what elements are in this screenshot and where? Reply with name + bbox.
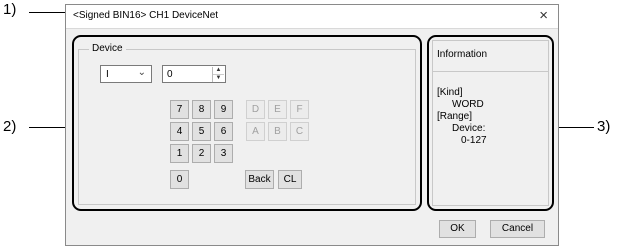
title-bar: <Signed BIN16> CH1 DeviceNet ×	[66, 5, 558, 29]
device-area-highlight: Device I ⌄ 0 ▲ ▼ 7 8 9 4 5 6 1 2 3 0 D E…	[72, 35, 422, 211]
stepper-arrows: ▲ ▼	[212, 67, 224, 82]
back-button[interactable]: Back	[245, 170, 274, 189]
device-number-stepper[interactable]: 0 ▲ ▼	[162, 65, 226, 83]
key-7[interactable]: 7	[170, 100, 189, 119]
key-0[interactable]: 0	[170, 170, 189, 189]
key-6[interactable]: 6	[214, 122, 233, 141]
key-4[interactable]: 4	[170, 122, 189, 141]
ok-button[interactable]: OK	[439, 220, 476, 238]
key-2[interactable]: 2	[192, 144, 211, 163]
device-dialog: <Signed BIN16> CH1 DeviceNet × Device I …	[65, 4, 559, 246]
device-group: Device I ⌄ 0 ▲ ▼ 7 8 9 4 5 6 1 2 3 0 D E…	[78, 43, 416, 205]
device-type-value: I	[106, 69, 109, 80]
callout-2: 2)	[3, 118, 17, 135]
stepper-down-icon[interactable]: ▼	[213, 74, 224, 82]
information-panel: Information [Kind] WORD [Range] Device: …	[432, 40, 549, 206]
information-title: Information	[437, 49, 488, 60]
cancel-button[interactable]: Cancel	[490, 220, 545, 238]
key-c: C	[290, 122, 309, 141]
kind-label: [Kind]	[437, 87, 463, 98]
range-device-label: Device:	[452, 123, 486, 134]
key-a: A	[246, 122, 265, 141]
information-area-highlight: Information [Kind] WORD [Range] Device: …	[427, 35, 554, 211]
key-5[interactable]: 5	[192, 122, 211, 141]
callout-1-leader	[29, 12, 66, 13]
key-b: B	[268, 122, 287, 141]
device-type-select[interactable]: I ⌄	[100, 65, 152, 83]
chevron-down-icon: ⌄	[137, 67, 146, 78]
close-icon[interactable]: ×	[539, 7, 548, 24]
key-e: E	[268, 100, 287, 119]
range-label: [Range]	[437, 111, 473, 122]
clear-button[interactable]: CL	[278, 170, 302, 189]
callout-3: 3)	[597, 118, 611, 135]
key-f: F	[290, 100, 309, 119]
key-8[interactable]: 8	[192, 100, 211, 119]
stepper-up-icon[interactable]: ▲	[213, 67, 224, 74]
device-number-value: 0	[167, 69, 173, 80]
key-9[interactable]: 9	[214, 100, 233, 119]
callout-1: 1)	[3, 1, 17, 18]
kind-value: WORD	[452, 99, 484, 110]
key-1[interactable]: 1	[170, 144, 189, 163]
device-group-label: Device	[89, 43, 126, 54]
key-d: D	[246, 100, 265, 119]
dialog-title: <Signed BIN16> CH1 DeviceNet	[73, 10, 219, 21]
key-3[interactable]: 3	[214, 144, 233, 163]
range-value: 0-127	[461, 135, 487, 146]
information-divider	[433, 71, 548, 72]
